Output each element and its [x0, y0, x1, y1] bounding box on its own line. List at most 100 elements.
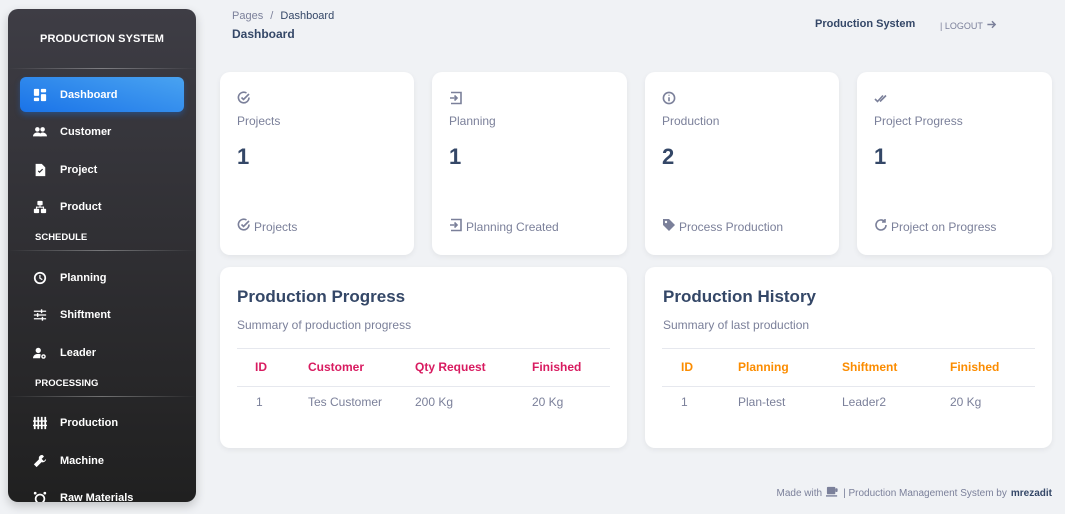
stat-label: Projects: [237, 114, 281, 128]
table-cell: 20 Kg: [532, 395, 564, 409]
logout-button[interactable]: | LOGOUT: [940, 19, 997, 32]
factory-icon: [32, 415, 48, 431]
table-divider: [237, 386, 610, 387]
sidebar-item-product[interactable]: Product: [20, 190, 184, 225]
column-header-qty-request: Qty Request: [415, 360, 486, 374]
stat-card-production: Production 2 Process Production: [645, 72, 839, 255]
column-header-shiftment: Shiftment: [842, 360, 898, 374]
check-circle-icon: [237, 218, 251, 235]
sidebar-item-label: Dashboard: [60, 88, 118, 101]
table-divider: [662, 386, 1035, 387]
table-divider: [662, 348, 1035, 349]
sidebar-item-customer[interactable]: Customer: [20, 115, 184, 150]
sidebar-item-label: Production: [60, 417, 119, 429]
section-title-processing: PROCESSING: [35, 377, 99, 389]
card-title: Production History: [663, 287, 817, 306]
stat-value: 1: [237, 144, 250, 169]
footer: Made with | Production Management System…: [776, 485, 1052, 501]
stat-value: 1: [874, 144, 887, 169]
login-icon: [449, 91, 463, 105]
stat-label: Production: [662, 114, 720, 128]
stat-card-planning: Planning 1 Planning Created: [432, 72, 627, 255]
sidebar-item-label: Leader: [60, 346, 97, 359]
stat-footer-text: Projects: [254, 219, 298, 234]
table-cell: 20 Kg: [950, 395, 982, 409]
sidebar-item-raw-materials[interactable]: Raw Materials: [20, 481, 184, 502]
sidebar-item-project[interactable]: Project: [20, 152, 184, 187]
column-header-id: ID: [681, 360, 693, 374]
column-header-planning: Planning: [738, 360, 789, 374]
tag-icon: [662, 218, 676, 235]
stat-label: Planning: [449, 114, 496, 128]
double-check-icon: [874, 91, 888, 105]
breadcrumb-root[interactable]: Pages: [232, 10, 263, 22]
sidebar-divider: [8, 395, 196, 397]
stat-footer-text: Project on Progress: [891, 219, 997, 234]
document-icon: [32, 162, 48, 178]
sidebar-item-planning[interactable]: Planning: [20, 260, 184, 295]
table-divider: [237, 348, 610, 349]
people-icon: [32, 124, 48, 140]
sidebar-brand[interactable]: PRODUCTION SYSTEM: [8, 9, 196, 68]
stat-footer-text: Process Production: [679, 219, 784, 234]
hierarchy-icon: [32, 199, 48, 215]
breadcrumb: Pages / Dashboard: [232, 10, 334, 22]
footer-author-link[interactable]: mrezadit: [1011, 488, 1052, 499]
table-cell: 1: [256, 395, 263, 409]
arrow-right-icon: [986, 19, 997, 32]
stat-footer: Process Production: [662, 218, 783, 235]
refresh-icon: [874, 218, 888, 235]
sidebar: PRODUCTION SYSTEM Dashboard Customer Pro…: [8, 9, 196, 502]
sidebar-item-shiftment[interactable]: Shiftment: [20, 298, 184, 333]
column-header-finished: Finished: [532, 360, 582, 374]
person-gear-icon: [32, 345, 48, 361]
sidebar-item-label: Planning: [60, 271, 107, 284]
card-title: Production Progress: [237, 287, 406, 306]
info-icon: [662, 91, 676, 105]
sliders-icon: [32, 307, 48, 323]
card-subtitle: Summary of production progress: [237, 318, 412, 332]
table-cell: 200 Kg: [415, 395, 454, 409]
table-cell: 1: [681, 395, 688, 409]
sidebar-item-dashboard[interactable]: Dashboard: [20, 77, 184, 112]
coffee-icon: [826, 485, 839, 501]
system-name: Production System: [815, 18, 916, 30]
sidebar-item-label: Raw Materials: [60, 492, 134, 502]
sidebar-item-label: Project: [60, 163, 98, 176]
sidebar-item-production[interactable]: Production: [20, 406, 184, 441]
clock-icon: [32, 270, 48, 286]
dashboard-icon: [32, 87, 48, 103]
footer-text: | Production Management System by: [843, 487, 1007, 499]
sidebar-item-machine[interactable]: Machine: [20, 443, 184, 478]
login-icon: [449, 218, 463, 235]
table-cell: Plan-test: [738, 395, 786, 409]
table-cell: Leader2: [842, 395, 887, 409]
sidebar-item-label: Customer: [60, 126, 112, 138]
sidebar-item-label: Shiftment: [60, 309, 111, 321]
stat-footer-text: Planning Created: [466, 219, 559, 234]
column-header-finished: Finished: [950, 360, 1000, 374]
footer-made-with: Made with: [776, 487, 823, 499]
stat-footer: Project on Progress: [874, 218, 996, 235]
sidebar-divider: [8, 250, 196, 251]
stat-footer: Projects: [237, 218, 297, 235]
column-header-customer: Customer: [308, 360, 365, 374]
card-subtitle: Summary of last production: [663, 318, 810, 332]
sidebar-item-label: Product: [60, 201, 102, 213]
wrench-icon: [32, 453, 48, 469]
logout-label: | LOGOUT: [940, 20, 983, 31]
sidebar-divider: [8, 68, 196, 69]
column-header-id: ID: [255, 360, 267, 374]
alarm-icon: [32, 490, 48, 502]
stat-value: 2: [662, 144, 675, 169]
section-title-schedule: SCHEDULE: [35, 232, 88, 243]
page-title: Dashboard: [232, 27, 295, 41]
stat-card-project-progress: Project Progress 1 Project on Progress: [857, 72, 1052, 255]
stat-footer: Planning Created: [449, 218, 559, 235]
breadcrumb-current: Dashboard: [280, 10, 335, 22]
sidebar-item-leader[interactable]: Leader: [20, 335, 184, 370]
production-progress-card: Production Progress Summary of productio…: [220, 267, 627, 448]
stat-value: 1: [449, 144, 462, 169]
sidebar-item-label: Machine: [60, 454, 105, 467]
breadcrumb-separator: /: [270, 10, 274, 22]
